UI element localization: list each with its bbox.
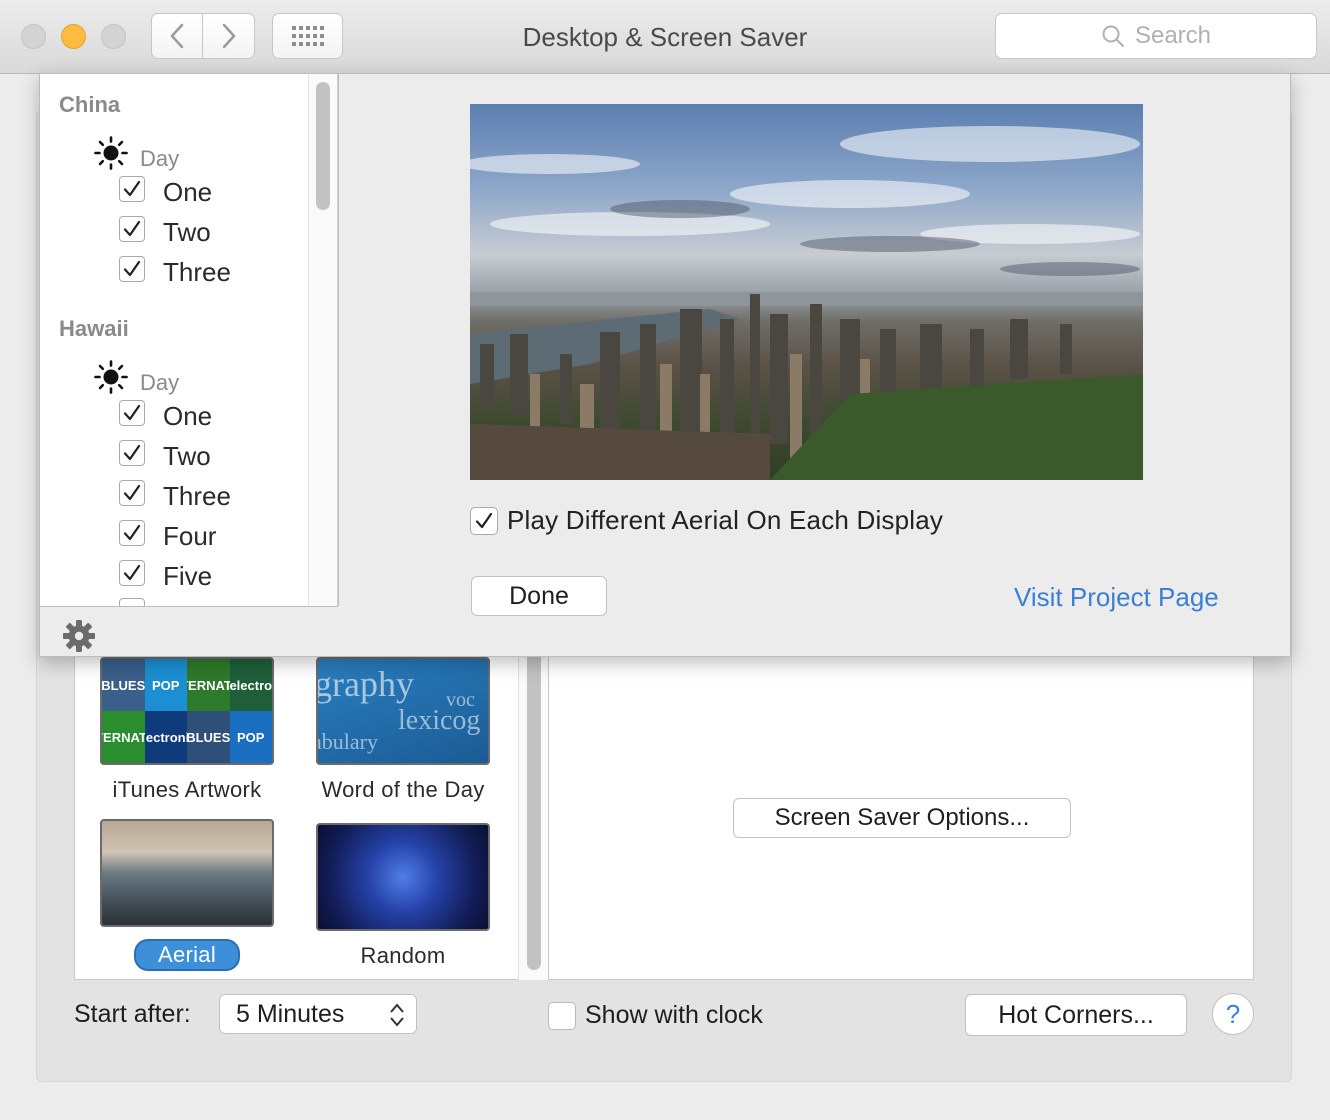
itunes-tile: electro: [229, 659, 272, 711]
start-after-label: Start after:: [74, 1000, 191, 1028]
video-label: Two: [163, 441, 211, 471]
saver-aerial[interactable]: Aerial: [97, 819, 277, 971]
visit-project-page-link[interactable]: Visit Project Page: [1014, 582, 1219, 613]
checkmark-icon: [123, 564, 141, 581]
region-header-china: China: [59, 92, 121, 117]
checkmark-icon: [123, 220, 141, 237]
play-different-aerial-label: Play Different Aerial On Each Display: [507, 505, 944, 535]
start-after-value: 5 Minutes: [236, 999, 345, 1028]
itunes-tile: BLUES: [102, 659, 145, 711]
show-with-clock-label: Show with clock: [585, 1001, 763, 1029]
stepper-arrows-icon: [390, 1003, 404, 1027]
video-checkbox[interactable]: [119, 440, 145, 466]
saver-label: Word of the Day: [321, 777, 485, 802]
aerial-options-sheet: China Day One Two Three Hawaii Day One T…: [39, 73, 1291, 657]
video-checkbox[interactable]: [119, 480, 145, 506]
start-after-select[interactable]: 5 Minutes: [219, 994, 417, 1034]
video-label: Two: [163, 217, 211, 247]
day-label: Day: [140, 146, 180, 171]
video-label: One: [163, 177, 213, 207]
saver-random[interactable]: Random: [313, 823, 493, 969]
video-checkbox[interactable]: [119, 400, 145, 426]
checkmark-icon: [123, 404, 141, 421]
word-text: lexicog: [398, 705, 481, 736]
itunes-tile: POP: [144, 659, 187, 711]
checkmark-icon: [123, 444, 141, 461]
search-field[interactable]: Search: [995, 13, 1317, 59]
gear-icon[interactable]: [62, 619, 96, 653]
itunes-tile: POP: [229, 711, 272, 763]
video-label: Four: [163, 521, 217, 551]
saver-label: Random: [360, 943, 446, 968]
video-label: Three: [163, 481, 231, 511]
checkmark-icon: [123, 524, 141, 541]
sidebar-bottom-divider: [40, 606, 338, 607]
video-label: Five: [163, 561, 213, 591]
itunes-tile: ALTERNATIVE: [187, 659, 230, 711]
search-placeholder: Search: [1134, 22, 1212, 49]
itunes-artwork-thumbnail: BLUES POP ALTERNATIVE electro ALTERNATIV…: [100, 657, 274, 765]
saver-itunes-artwork[interactable]: BLUES POP ALTERNATIVE electro ALTERNATIV…: [97, 657, 277, 803]
word-text: abulary: [316, 729, 378, 754]
video-list-scrollbar[interactable]: [308, 74, 337, 606]
itunes-tile: electronic: [144, 711, 187, 763]
region-header-hawaii: Hawaii: [59, 316, 129, 341]
itunes-tile: ALTERNATIVE: [102, 711, 145, 763]
checkmark-icon: [123, 180, 141, 197]
aerial-thumbnail: [100, 819, 274, 927]
video-label: Three: [163, 257, 231, 287]
sun-icon: [94, 360, 128, 394]
video-checkbox[interactable]: [119, 176, 145, 202]
sun-icon: [94, 136, 128, 170]
day-label: Day: [140, 370, 180, 395]
checkmark-icon: [475, 512, 493, 529]
show-with-clock-checkbox[interactable]: [548, 1002, 576, 1030]
hot-corners-button[interactable]: Hot Corners...: [965, 994, 1187, 1036]
play-different-aerial-checkbox[interactable]: [470, 507, 498, 535]
checkmark-icon: [123, 260, 141, 277]
video-checkbox[interactable]: [119, 520, 145, 546]
video-checkbox[interactable]: [119, 256, 145, 282]
saver-label: iTunes Artwork: [112, 777, 262, 802]
word-of-the-day-thumbnail: graphy voc lexicog abulary: [316, 657, 490, 765]
saver-word-of-the-day[interactable]: graphy voc lexicog abulary Word of the D…: [313, 657, 493, 803]
screen-saver-list[interactable]: BLUES POP ALTERNATIVE electro ALTERNATIV…: [74, 640, 544, 980]
sidebar-divider: [338, 74, 339, 606]
video-label: One: [163, 401, 213, 431]
title-bar: Desktop & Screen Saver Search: [0, 0, 1330, 74]
help-button[interactable]: ?: [1212, 993, 1254, 1035]
aerial-preview-image: [470, 104, 1143, 480]
video-checkbox[interactable]: [119, 598, 145, 606]
scrollbar-thumb[interactable]: [527, 650, 541, 970]
search-icon: [1102, 25, 1124, 47]
video-list[interactable]: China Day One Two Three Hawaii Day One T…: [40, 74, 338, 606]
done-button[interactable]: Done: [471, 576, 607, 616]
itunes-tile: BLUES: [187, 711, 230, 763]
video-checkbox[interactable]: [119, 216, 145, 242]
saver-list-scrollbar[interactable]: [518, 640, 548, 980]
saver-label-selected: Aerial: [133, 939, 241, 971]
scrollbar-thumb[interactable]: [316, 82, 330, 210]
checkmark-icon: [123, 484, 141, 501]
random-thumbnail: [316, 823, 490, 931]
city-skyline-illustration: [470, 126, 1143, 480]
video-checkbox[interactable]: [119, 560, 145, 586]
screen-saver-options-button[interactable]: Screen Saver Options...: [733, 798, 1071, 838]
word-text: graphy: [316, 664, 414, 704]
